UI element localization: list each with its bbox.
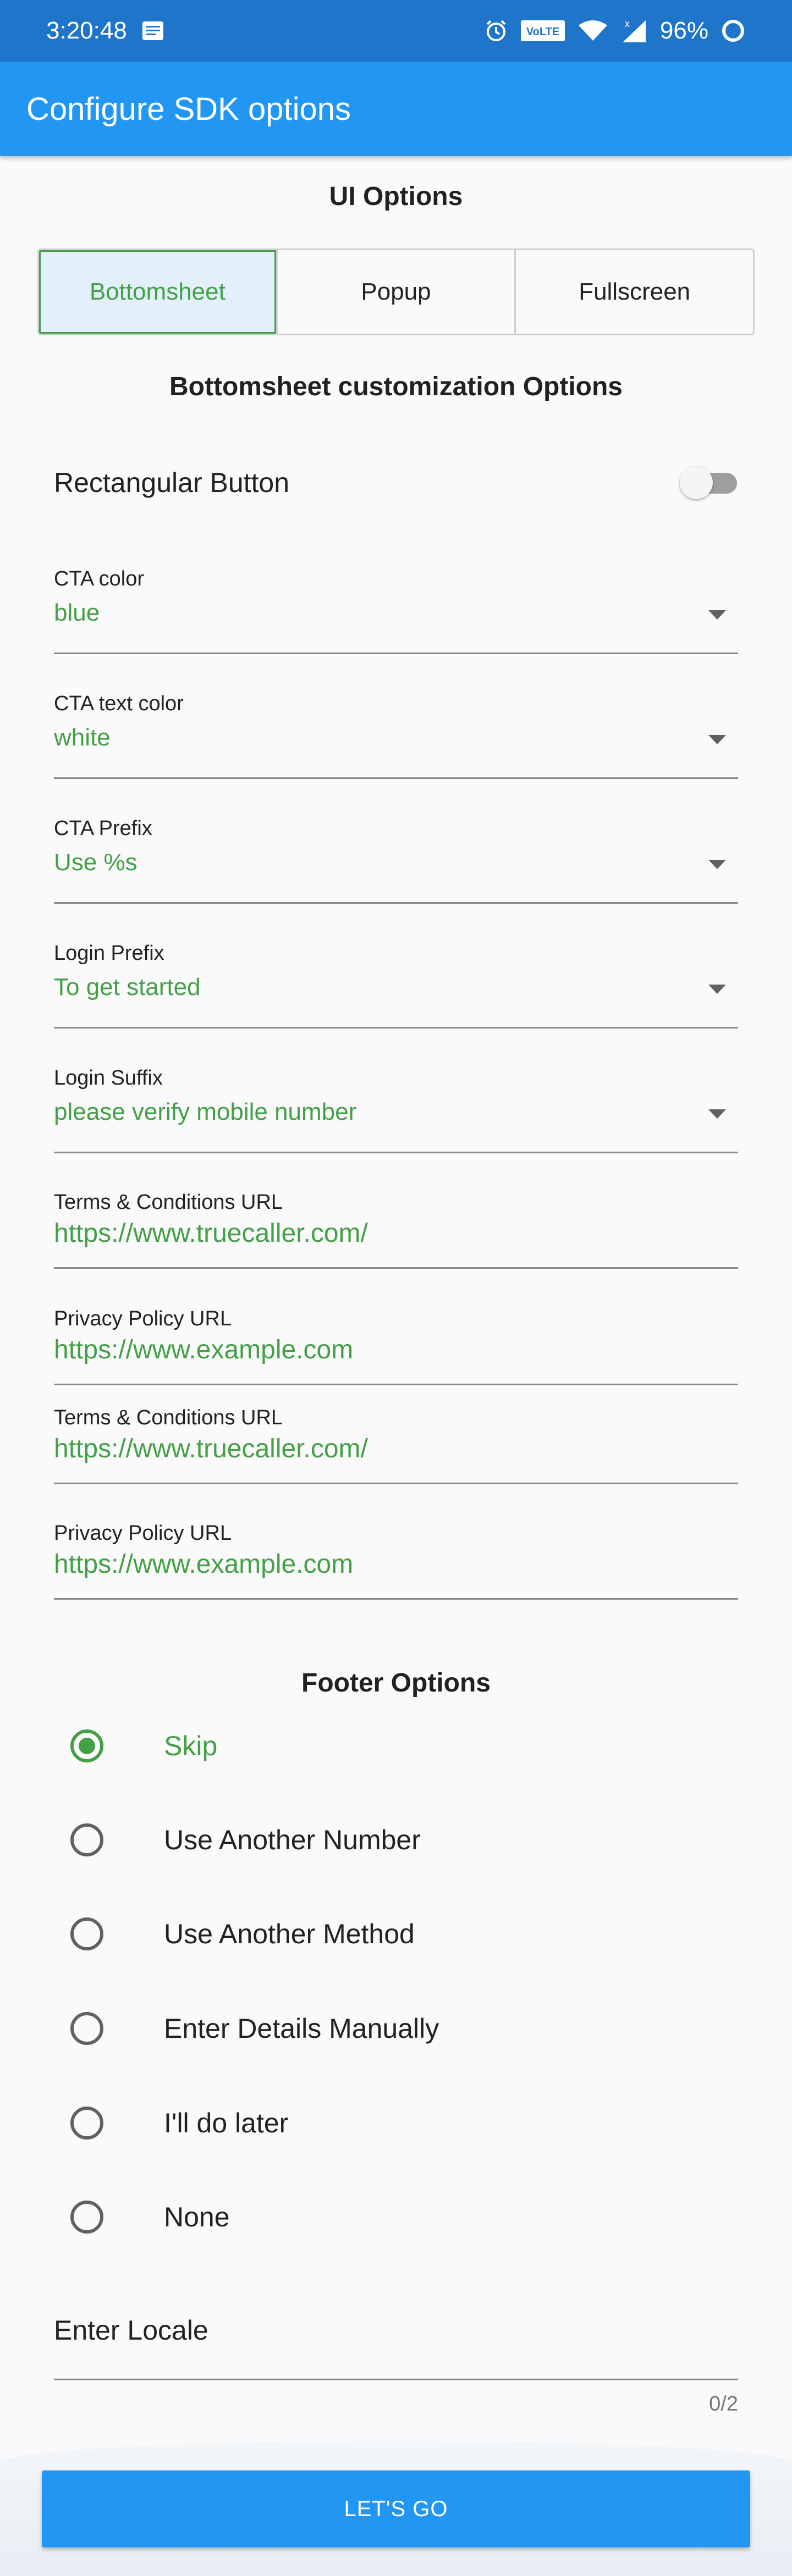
radio-label: Use Another Number xyxy=(164,1825,421,1855)
radio-unselected-icon xyxy=(70,2107,103,2140)
radio-label: Skip xyxy=(164,1731,218,1761)
customization-heading: Bottomsheet customization Options xyxy=(169,372,623,401)
field-value: Use %s xyxy=(54,849,138,876)
field-label: Terms & Conditions URL xyxy=(54,1191,283,1214)
volte-badge-text: VoLTE xyxy=(526,26,559,38)
footer-option-another-number[interactable]: Use Another Number xyxy=(70,1812,421,1867)
field-label: Login Suffix xyxy=(54,1066,163,1090)
field-value: To get started xyxy=(54,974,201,1000)
field-value: https://www.example.com xyxy=(54,1550,354,1579)
locale-char-counter: 0/2 xyxy=(709,2392,738,2415)
dropdown-arrow-icon xyxy=(708,860,726,869)
radio-unselected-icon xyxy=(70,1917,103,1950)
field-label: Privacy Policy URL xyxy=(54,1522,232,1545)
field-value: blue xyxy=(54,599,100,626)
radio-label: I'll do later xyxy=(164,2108,289,2138)
field-value: https://www.truecaller.com/ xyxy=(54,1434,368,1463)
field-label: Terms & Conditions URL xyxy=(54,1406,283,1429)
ui-options-segmented-control: Bottomsheet Popup Fullscreen xyxy=(37,248,755,335)
terms-url-field-2[interactable]: Terms & Conditions URL https://www.truec… xyxy=(54,1400,738,1484)
privacy-url-field[interactable]: Privacy Policy URL https://www.example.c… xyxy=(54,1301,738,1385)
status-icons: VoLTE x 96% xyxy=(484,17,746,45)
segment-bottomsheet[interactable]: Bottomsheet xyxy=(39,250,278,334)
locale-placeholder: Enter Locale xyxy=(54,2315,208,2346)
dropdown-arrow-icon xyxy=(708,1109,726,1119)
segment-popup[interactable]: Popup xyxy=(278,250,516,334)
status-time: 3:20:48 xyxy=(46,17,127,44)
status-bar: 3:20:48 VoLTE x 96% xyxy=(0,0,792,62)
notification-icon xyxy=(141,20,164,41)
wifi-icon xyxy=(578,20,608,42)
field-label: CTA color xyxy=(54,567,145,590)
field-value: white xyxy=(54,724,111,751)
field-label: CTA Prefix xyxy=(54,817,152,840)
dropdown-arrow-icon xyxy=(708,610,726,620)
login-prefix-dropdown[interactable]: Login Prefix To get started xyxy=(54,935,738,1029)
radio-selected-icon xyxy=(70,1729,103,1762)
battery-ring-icon xyxy=(721,18,746,43)
footer-option-details-manually[interactable]: Enter Details Manually xyxy=(70,2001,439,2056)
footer-option-later[interactable]: I'll do later xyxy=(70,2096,288,2151)
cta-text-color-dropdown[interactable]: CTA text color white xyxy=(54,686,738,779)
terms-url-field[interactable]: Terms & Conditions URL https://www.truec… xyxy=(54,1184,738,1269)
alarm-icon xyxy=(484,19,508,43)
lets-go-button[interactable]: LET'S GO xyxy=(42,2470,750,2547)
login-suffix-dropdown[interactable]: Login Suffix please verify mobile number xyxy=(54,1060,738,1153)
locale-input[interactable]: Enter Locale xyxy=(54,2299,738,2380)
field-value: https://www.example.com xyxy=(54,1335,354,1364)
radio-unselected-icon xyxy=(70,2012,103,2045)
footer-option-none[interactable]: None xyxy=(70,2190,230,2245)
switch-thumb xyxy=(680,466,713,499)
dropdown-arrow-icon xyxy=(708,735,726,744)
radio-label: Use Another Method xyxy=(164,1919,415,1949)
signal-icon: x xyxy=(620,18,648,43)
footer-option-skip[interactable]: Skip xyxy=(70,1718,217,1773)
radio-unselected-icon xyxy=(70,1823,103,1856)
privacy-url-field-2[interactable]: Privacy Policy URL https://www.example.c… xyxy=(54,1515,738,1600)
app-bar: Configure SDK options xyxy=(0,62,792,156)
battery-percent: 96% xyxy=(659,17,708,44)
field-label: Login Prefix xyxy=(54,942,164,965)
app-bar-title: Configure SDK options xyxy=(26,91,351,127)
segment-fullscreen[interactable]: Fullscreen xyxy=(516,250,753,334)
footer-options-heading: Footer Options xyxy=(301,1668,491,1698)
field-label: Privacy Policy URL xyxy=(54,1307,232,1330)
radio-label: Enter Details Manually xyxy=(164,2013,439,2044)
volte-badge: VoLTE xyxy=(520,20,565,42)
status-time-group: 3:20:48 xyxy=(46,17,164,45)
rectangular-button-switch[interactable] xyxy=(680,466,738,499)
radio-label: None xyxy=(164,2202,230,2232)
field-label: CTA text color xyxy=(54,692,184,715)
cta-prefix-dropdown[interactable]: CTA Prefix Use %s xyxy=(54,810,738,904)
dropdown-arrow-icon xyxy=(708,985,726,994)
radio-unselected-icon xyxy=(70,2201,103,2234)
cta-color-dropdown[interactable]: CTA color blue xyxy=(54,561,738,654)
field-value: please verify mobile number xyxy=(54,1098,357,1125)
footer-option-another-method[interactable]: Use Another Method xyxy=(70,1906,415,1961)
ui-options-heading: UI Options xyxy=(329,182,463,211)
rectangular-button-row: Rectangular Button xyxy=(54,455,738,510)
field-value: https://www.truecaller.com/ xyxy=(54,1219,368,1248)
svg-text:x: x xyxy=(625,18,630,29)
rectangular-button-label: Rectangular Button xyxy=(54,467,290,498)
